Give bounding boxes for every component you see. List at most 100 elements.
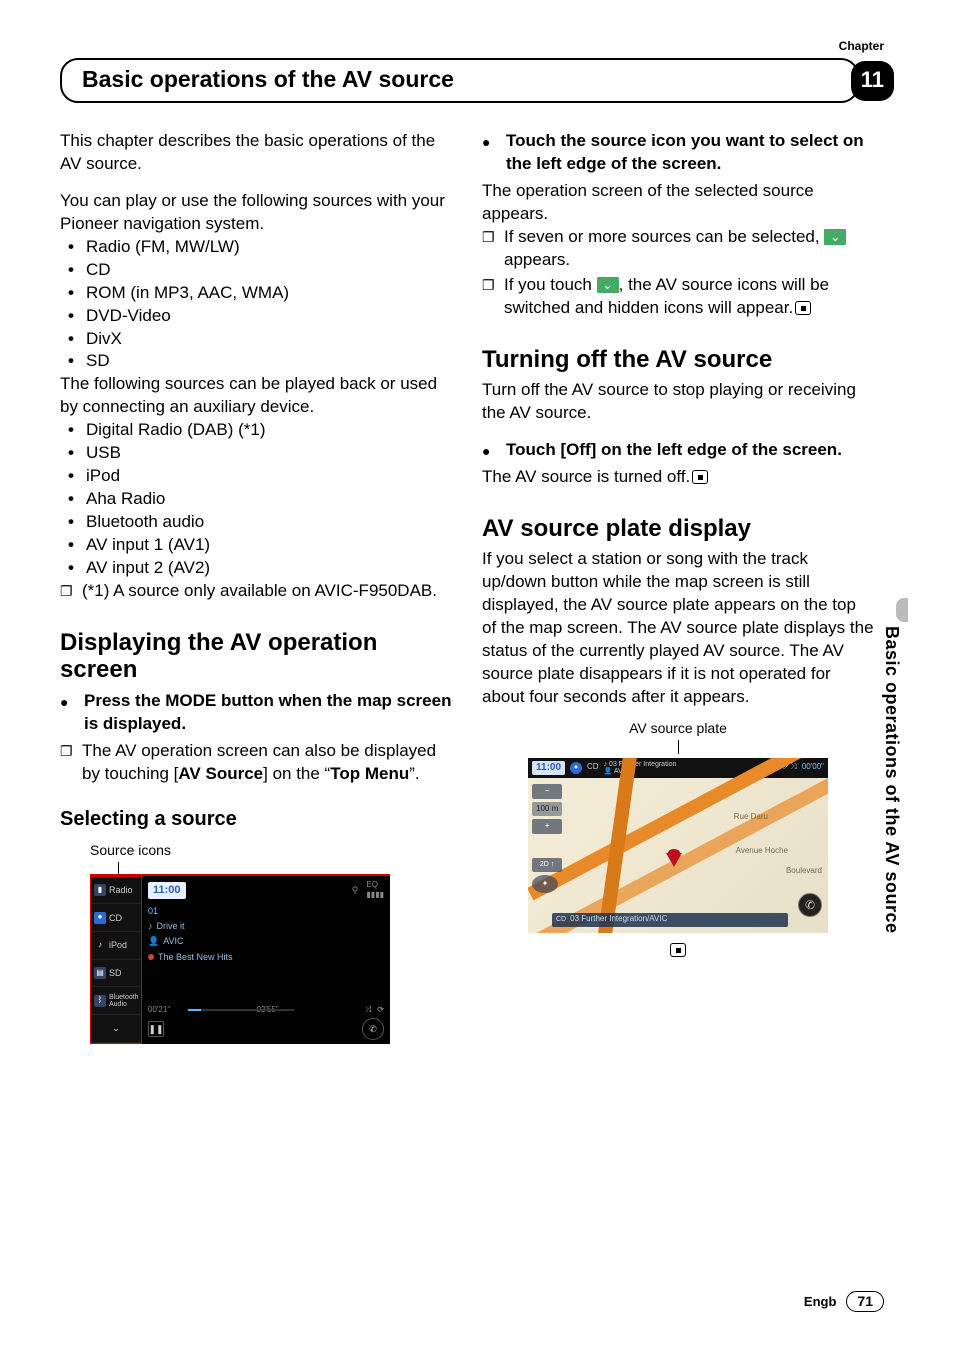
text: If seven or more sources can be selected… <box>504 227 824 246</box>
screenshot-map-plate: 11:00 ● CD ♪ 03 Further Integration 👤 AV… <box>528 758 828 933</box>
chevron-down-icon: ⌄ <box>824 229 846 245</box>
end-icon <box>795 301 811 315</box>
track: 03 Further Integration <box>609 761 676 768</box>
note-touch-chevron: If you touch ⌄, the AV source icons will… <box>504 274 874 320</box>
turn-off-para: Turn off the AV source to stop playing o… <box>482 379 874 425</box>
disc-icon <box>148 954 154 960</box>
road-label: Rue Daru <box>734 812 768 823</box>
step-title: Touch the source icon you want to select… <box>506 131 864 173</box>
list-item: Aha Radio <box>72 488 452 511</box>
source-radio[interactable]: ▮Radio <box>91 877 141 905</box>
phone-button[interactable]: ✆ <box>798 893 822 917</box>
person-icon: 👤 <box>148 935 159 947</box>
screenshot-av-operation: ▮Radio ●CD ♪iPod ▤SD ᛒBluetooth Audio ⌄ … <box>90 874 390 1044</box>
section-end <box>482 939 874 962</box>
search-icon[interactable]: ⚲ <box>352 884 359 896</box>
heading-av-plate: AV source plate display <box>482 515 874 543</box>
av-top-row: 11:00 ⚲ EQ▮▮▮▮ <box>148 880 384 902</box>
shuffle-icon[interactable]: ⤨ <box>365 1005 371 1016</box>
step-note-list: The AV operation screen can also be disp… <box>60 740 452 786</box>
source-sd[interactable]: ▤SD <box>91 960 141 988</box>
side-tab: Basic operations of the AV source <box>878 614 902 1014</box>
bold-top-menu: Top Menu <box>330 764 409 783</box>
list-item: Bluetooth audio <box>72 511 452 534</box>
step-touch-source: Touch the source icon you want to select… <box>482 130 874 176</box>
eq-icon[interactable]: EQ▮▮▮▮ <box>366 880 384 902</box>
text: ] on the “ <box>263 764 330 783</box>
repeat-icon[interactable]: ⟳ <box>377 1005 384 1016</box>
source-cd[interactable]: ●CD <box>91 904 141 932</box>
source-icons-sidebar: ▮Radio ●CD ♪iPod ▤SD ᛒBluetooth Audio ⌄ <box>90 876 142 1044</box>
bottom-text: 03 Further Integration/AVIC <box>570 914 667 925</box>
intro-para-3: The following sources can be played back… <box>60 373 452 419</box>
note-icon: ♪ <box>604 761 608 768</box>
control-row: ❚❚ ✆ <box>148 1018 384 1040</box>
label: Bluetooth Audio <box>109 994 139 1008</box>
av-main-panel: 11:00 ⚲ EQ▮▮▮▮ 01 ♪Drive it 👤AVIC The Be… <box>142 876 390 1044</box>
step-title: Press the MODE button when the map scree… <box>84 691 451 733</box>
ipod-icon: ♪ <box>94 939 106 951</box>
footnote: (*1) A source only available on AVIC-F95… <box>82 580 452 603</box>
text: The AV source is turned off. <box>482 467 690 486</box>
time-current: 00'21" <box>148 1005 170 1016</box>
progress-row: 00'21" 02'55" ⤨ ⟳ <box>148 1005 384 1016</box>
bluetooth-icon: ᛒ <box>94 995 106 1007</box>
label: Radio <box>109 884 133 896</box>
text: ”. <box>409 764 419 783</box>
callout-line <box>678 740 679 754</box>
artist: AVIC <box>163 935 183 947</box>
text: appears. <box>504 250 570 269</box>
road-label: Boulevard <box>786 866 822 877</box>
pause-button[interactable]: ❚❚ <box>148 1021 164 1037</box>
note-seven-sources: If seven or more sources can be selected… <box>504 226 874 272</box>
label: CD <box>109 912 122 924</box>
progress-bar[interactable] <box>188 1009 294 1011</box>
zoom-in-button[interactable]: + <box>532 819 562 834</box>
label: SD <box>109 967 122 979</box>
duration: 00'00" <box>802 762 824 773</box>
step-body: The AV source is turned off. <box>482 466 874 489</box>
list-item: ROM (in MP3, AAC, WMA) <box>72 282 452 305</box>
source-more-chevron[interactable]: ⌄ <box>91 1015 141 1043</box>
list-item: Digital Radio (DAB) (*1) <box>72 419 452 442</box>
radio-icon: ▮ <box>94 884 106 896</box>
list-item: DVD-Video <box>72 305 452 328</box>
compass-button[interactable]: ✦ <box>532 875 558 893</box>
sources-list-2: Digital Radio (DAB) (*1) USB iPod Aha Ra… <box>60 419 452 580</box>
page-header: Chapter Basic operations of the AV sourc… <box>60 38 894 103</box>
zoom-out-button[interactable]: − <box>532 784 562 799</box>
album-row: The Best New Hits <box>148 951 384 963</box>
side-tab-title: Basic operations of the AV source <box>880 626 904 934</box>
scale-indicator: 100 m <box>532 802 562 817</box>
artist-row: 👤 AVIC <box>148 935 384 947</box>
chevron-down-icon: ⌄ <box>112 1022 120 1034</box>
list-item: Radio (FM, MW/LW) <box>72 236 452 259</box>
text: If you touch <box>504 275 597 294</box>
intro-para-1: This chapter describes the basic operati… <box>60 130 452 176</box>
map-left-controls: − 100 m + 2D ↑ ✦ <box>532 784 562 893</box>
bottom-info-bar: CD 03 Further Integration/AVIC <box>552 913 788 927</box>
source-ipod[interactable]: ♪iPod <box>91 932 141 960</box>
page-footer: Engb 71 <box>804 1291 884 1312</box>
source-bluetooth[interactable]: ᛒBluetooth Audio <box>91 987 141 1015</box>
cd-label: CD <box>556 915 566 924</box>
track-title: Drive it <box>157 920 185 932</box>
left-column: This chapter describes the basic operati… <box>60 130 452 1044</box>
view-2d-button[interactable]: 2D ↑ <box>532 858 562 871</box>
heading-displaying-av: Displaying the AV operation screen <box>60 629 452 684</box>
clock: 11:00 <box>532 761 565 775</box>
cd-icon: ● <box>570 762 582 774</box>
list-item: AV input 1 (AV1) <box>72 534 452 557</box>
phone-button[interactable]: ✆ <box>362 1018 384 1040</box>
footnote-list: (*1) A source only available on AVIC-F95… <box>60 580 452 603</box>
intro-para-2: You can play or use the following source… <box>60 190 452 236</box>
bold-av-source: AV Source <box>178 764 263 783</box>
step-note: The AV operation screen can also be disp… <box>82 740 452 786</box>
person-icon: 👤 <box>604 768 613 775</box>
vehicle-marker-icon <box>666 853 682 867</box>
av-plate-para: If you select a station or song with the… <box>482 548 874 709</box>
heading-turning-off: Turning off the AV source <box>482 346 874 374</box>
track-number: 01 <box>148 905 384 917</box>
road-label: Avenue Hoche <box>736 846 788 857</box>
list-item: SD <box>72 350 452 373</box>
